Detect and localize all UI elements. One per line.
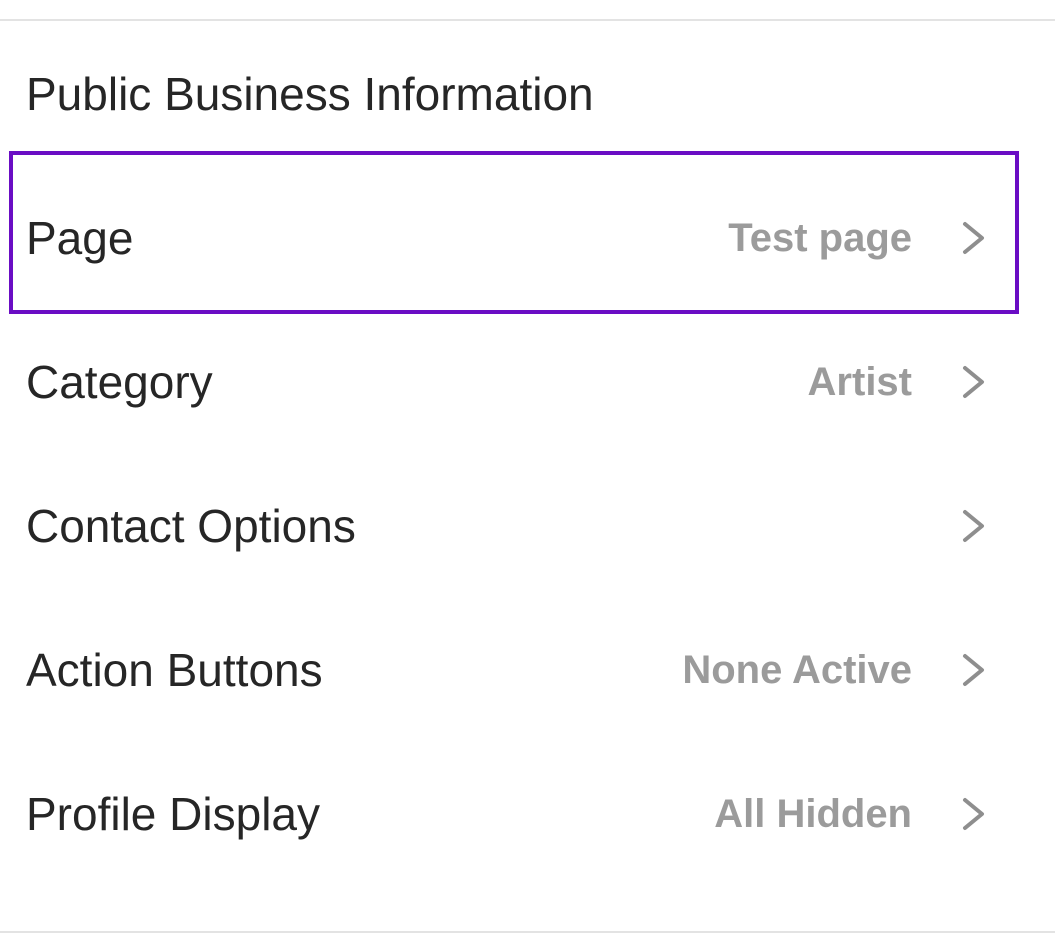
- chevron-right-icon: [963, 798, 984, 830]
- chevron-right-icon: [963, 366, 984, 398]
- bottom-divider: [0, 931, 1055, 933]
- setting-row-page[interactable]: Page Test page: [0, 166, 1055, 310]
- row-label: Category: [26, 356, 213, 408]
- setting-row-contact-options[interactable]: Contact Options: [0, 454, 1055, 598]
- row-value: All Hidden: [714, 792, 912, 836]
- setting-row-profile-display[interactable]: Profile Display All Hidden: [0, 742, 1055, 886]
- row-value: Artist: [807, 360, 912, 404]
- chevron-right-icon: [963, 654, 984, 686]
- row-value: Test page: [728, 216, 912, 260]
- row-label: Page: [26, 212, 134, 264]
- row-label: Contact Options: [26, 500, 356, 552]
- chevron-right-icon: [963, 510, 984, 542]
- top-divider: [0, 19, 1055, 21]
- setting-row-category[interactable]: Category Artist: [0, 310, 1055, 454]
- setting-row-action-buttons[interactable]: Action Buttons None Active: [0, 598, 1055, 742]
- chevron-right-icon: [963, 222, 984, 254]
- row-label: Profile Display: [26, 788, 320, 840]
- row-label: Action Buttons: [26, 644, 323, 696]
- section-title: Public Business Information: [26, 68, 594, 120]
- row-value: None Active: [682, 648, 912, 692]
